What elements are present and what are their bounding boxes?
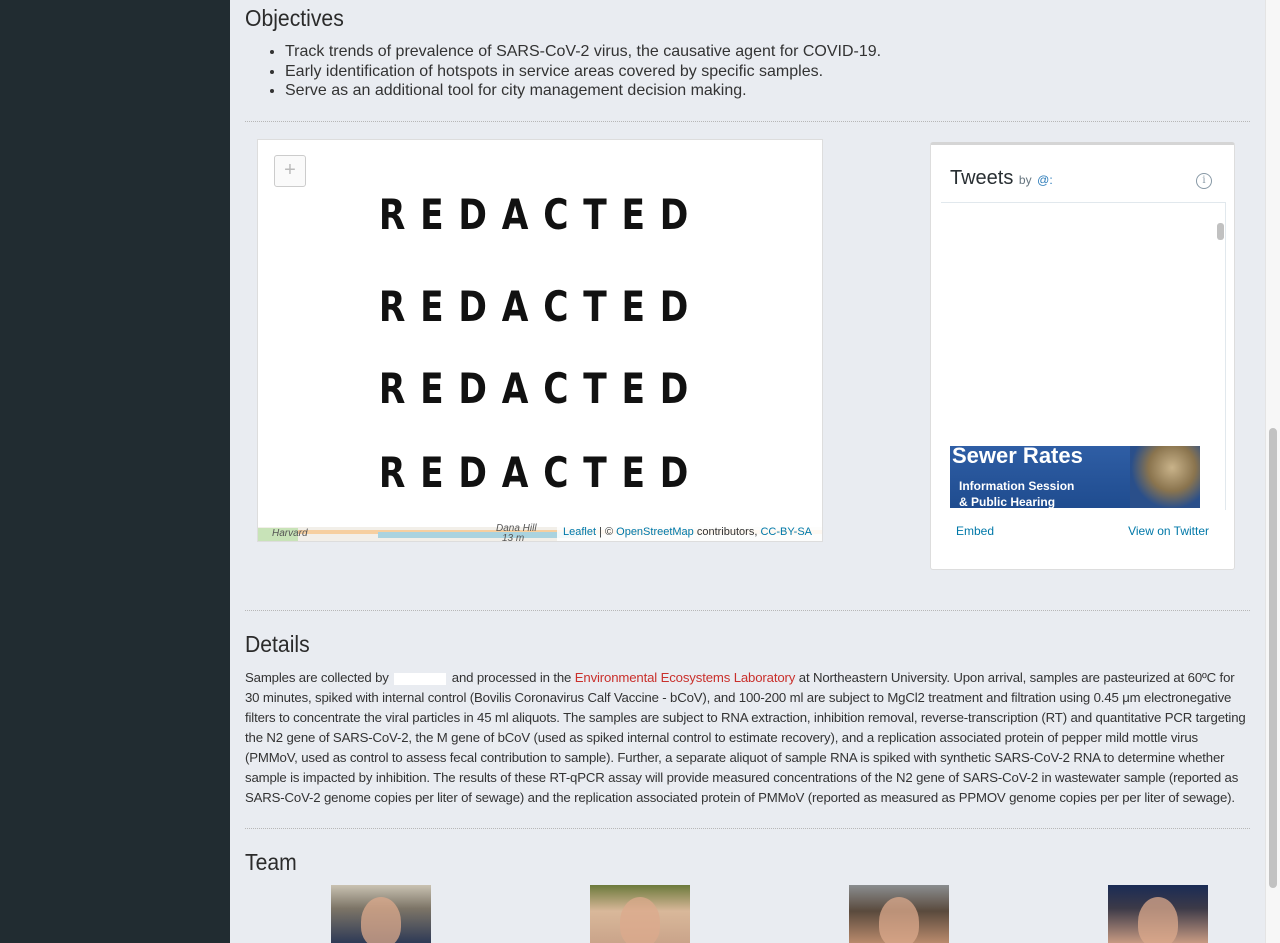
face-shape [879, 897, 919, 943]
timeline-scrollbar[interactable] [1216, 219, 1224, 509]
list-item: Track trends of prevalence of SARS-CoV-2… [285, 42, 881, 62]
details-heading: Details [245, 631, 310, 657]
map-river [378, 532, 578, 538]
attribution-separator: | © [596, 526, 617, 538]
team-member-photo[interactable] [849, 885, 949, 943]
main-content: Objectives Track trends of prevalence of… [245, 0, 1250, 943]
details-text: at Northeastern University. Upon arrival… [245, 670, 1246, 805]
divider [245, 121, 1250, 122]
page-scrollbar[interactable] [1265, 0, 1280, 943]
license-link[interactable]: CC-BY-SA [760, 526, 812, 538]
redacted-label: REDACTED [378, 282, 704, 331]
tweets-by: by [1018, 173, 1032, 187]
tweet-image[interactable]: Sewer Rates Information Session & Public… [950, 446, 1200, 508]
lab-link[interactable]: Environmental Ecosystems Laboratory [575, 670, 796, 685]
redacted-label: REDACTED [378, 364, 704, 413]
team-heading: Team [245, 849, 297, 875]
twitter-handle-link[interactable]: @: [1037, 173, 1053, 187]
list-item: Early identification of hotspots in serv… [285, 62, 881, 82]
divider [245, 610, 1250, 611]
divider [245, 828, 1250, 829]
redacted-label: REDACTED [378, 448, 704, 497]
openstreetmap-link[interactable]: OpenStreetMap [616, 526, 694, 538]
redacted-blank [394, 672, 447, 685]
zoom-in-button[interactable]: + [274, 155, 306, 187]
timeline-scroll-thumb[interactable] [1217, 223, 1224, 240]
team-member-photo[interactable] [331, 885, 431, 943]
team-member-photo[interactable] [590, 885, 690, 943]
tweets-timeline[interactable]: Sewer Rates Information Session & Public… [941, 202, 1226, 510]
details-text: and processed in the [451, 670, 572, 685]
map-place-label: Harvard [272, 528, 308, 539]
list-item: Serve as an additional tool for city man… [285, 81, 881, 101]
leaflet-link[interactable]: Leaflet [563, 526, 596, 538]
map-place-label: 13 m [502, 533, 525, 542]
view-on-twitter-link[interactable]: View on Twitter [1128, 524, 1209, 538]
redacted-label: REDACTED [378, 190, 704, 239]
map[interactable]: + REDACTED REDACTED REDACTED REDACTED Ha… [257, 139, 823, 542]
info-icon[interactable]: i [1196, 173, 1212, 189]
face-shape [620, 897, 660, 943]
objectives-heading: Objectives [245, 5, 344, 31]
attribution-text: contributors, [693, 526, 761, 538]
tweet-image-heading: Sewer Rates [952, 446, 1083, 468]
details-text: Samples are collected by [245, 670, 389, 685]
map-attribution: Leaflet | © OpenStreetMap contributors, … [556, 524, 822, 541]
embed-link[interactable]: Embed [956, 524, 994, 538]
tweet-image-line: & Public Hearing [959, 495, 1056, 508]
scrollbar-thumb[interactable] [1269, 428, 1277, 888]
twitter-widget: Tweets by @: i Sewer Rates Information S… [930, 142, 1235, 570]
objectives-list: Track trends of prevalence of SARS-CoV-2… [245, 42, 881, 101]
face-shape [1138, 897, 1178, 943]
face-shape [361, 897, 401, 943]
tweets-title: Tweets [950, 167, 1014, 189]
faucet-image [1130, 446, 1200, 508]
sidebar [0, 0, 230, 943]
tweet-image-line: Information Session [959, 479, 1075, 493]
team-member-photo[interactable] [1108, 885, 1208, 943]
tweets-header: Tweets by @: [950, 167, 1053, 190]
details-paragraph: Samples are collected by and processed i… [245, 668, 1250, 808]
tweet-image-text: Information Session & Public Hearing [959, 478, 1074, 508]
